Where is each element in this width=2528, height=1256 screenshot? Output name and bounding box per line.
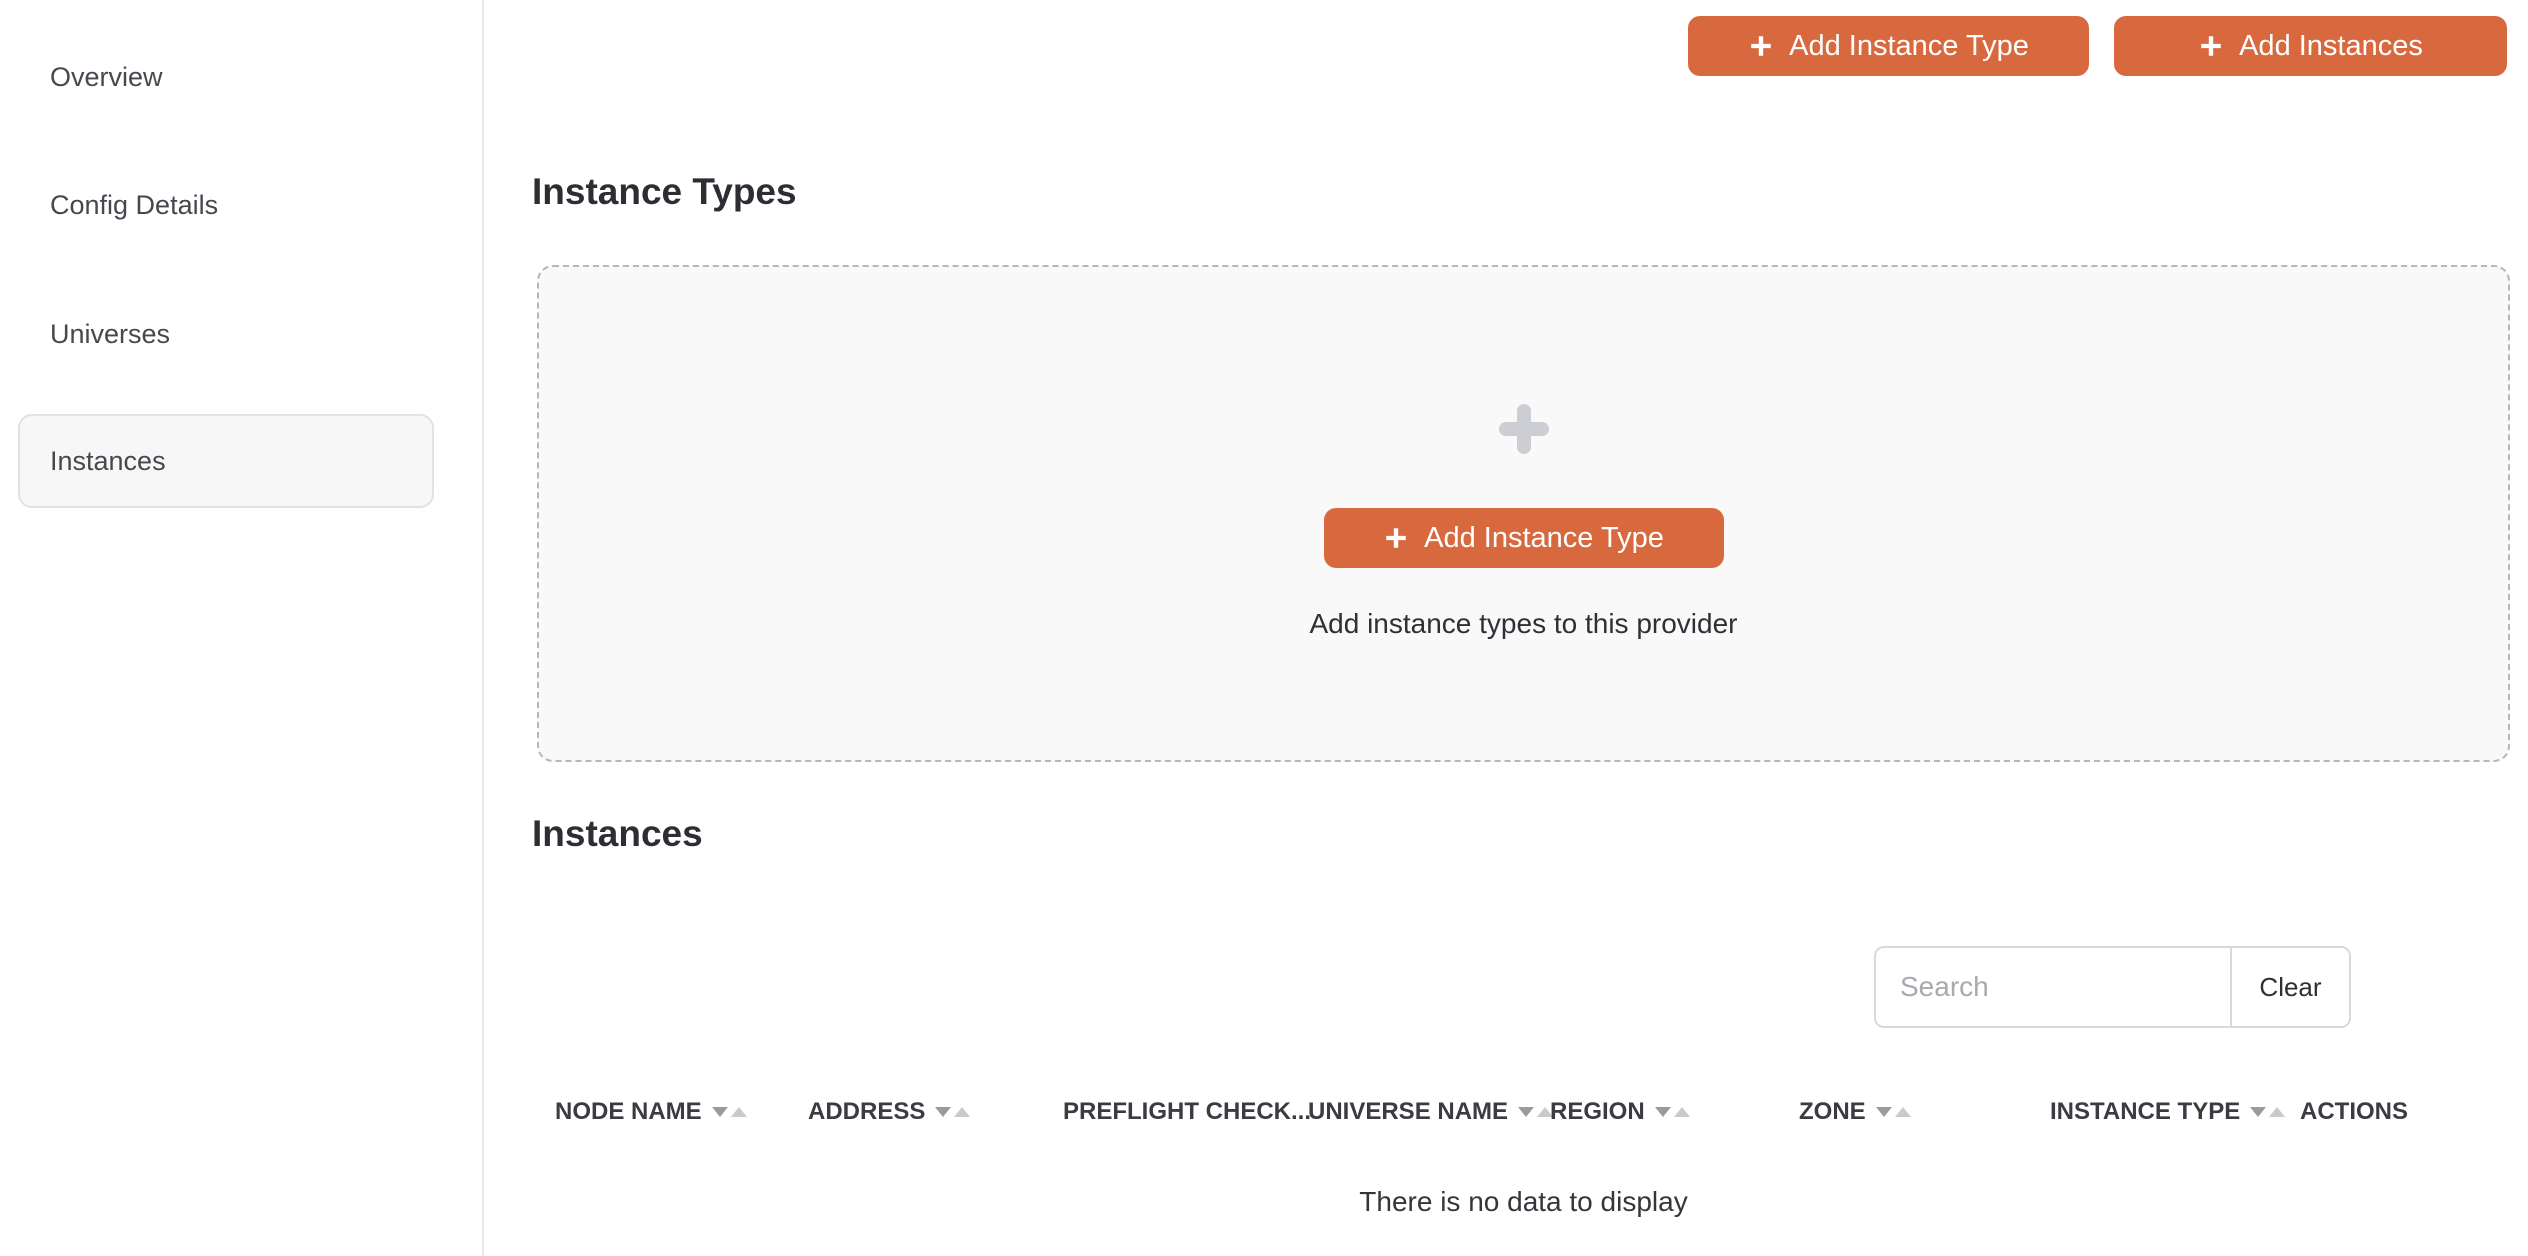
- add-instances-button[interactable]: Add Instances: [2114, 16, 2507, 76]
- column-header-zone[interactable]: ZONE: [1799, 1098, 2050, 1126]
- sort-desc-icon: [1875, 1107, 1892, 1117]
- sort-icons[interactable]: [711, 1107, 747, 1117]
- instances-title: Instances: [532, 813, 703, 854]
- add-instance-type-button[interactable]: Add Instance Type: [1688, 16, 2089, 76]
- column-label: PREFLIGHT CHECK...: [1063, 1098, 1312, 1125]
- sort-icons[interactable]: [1518, 1107, 1554, 1117]
- provider-details-page: Overview Config Details Universes Instan…: [0, 0, 2528, 1256]
- sort-desc-icon: [2250, 1107, 2267, 1117]
- column-label: ACTIONS: [2300, 1098, 2408, 1125]
- sidebar: Overview Config Details Universes Instan…: [0, 0, 484, 1256]
- plus-icon: [1386, 528, 1406, 548]
- sort-icons[interactable]: [2250, 1107, 2286, 1117]
- search-group: Clear: [1874, 946, 2351, 1028]
- sidebar-item-config-details[interactable]: Config Details: [18, 158, 434, 252]
- column-header-universe-name[interactable]: UNIVERSE NAME: [1308, 1098, 1554, 1126]
- sidebar-item-label: Universes: [50, 318, 171, 349]
- sidebar-item-instances[interactable]: Instances: [18, 414, 434, 508]
- column-header-actions: ACTIONS: [2300, 1098, 2460, 1126]
- sort-desc-icon: [935, 1107, 952, 1117]
- table-header: NODE NAME ADDRESS PREFLIGHT CHECK... UNI…: [555, 1091, 2528, 1133]
- sort-asc-icon: [2269, 1107, 2286, 1117]
- top-action-bar: Add Instance Type Add Instances: [1688, 16, 2507, 76]
- sort-desc-icon: [1518, 1107, 1535, 1117]
- sort-asc-icon: [1673, 1107, 1690, 1117]
- panel-add-instance-type-button[interactable]: Add Instance Type: [1323, 508, 1724, 568]
- plus-icon: [1498, 404, 1549, 454]
- sidebar-item-label: Overview: [50, 61, 163, 92]
- sort-icons[interactable]: [1654, 1107, 1690, 1117]
- column-label: NODE NAME: [555, 1098, 702, 1125]
- sort-icons[interactable]: [935, 1107, 971, 1117]
- table-empty-message: There is no data to display: [1359, 1186, 1688, 1217]
- column-header-instance-type[interactable]: INSTANCE TYPE: [2050, 1098, 2300, 1126]
- sort-icons[interactable]: [1875, 1107, 1911, 1117]
- button-label: Add Instance Type: [1424, 521, 1664, 554]
- sidebar-item-overview[interactable]: Overview: [18, 30, 434, 124]
- sidebar-item-label: Instances: [50, 445, 166, 476]
- button-label: Add Instances: [2239, 29, 2423, 62]
- column-label: UNIVERSE NAME: [1308, 1098, 1509, 1125]
- column-label: INSTANCE TYPE: [2050, 1098, 2241, 1125]
- search-input[interactable]: [1876, 948, 2230, 1026]
- column-label: ZONE: [1799, 1098, 1866, 1125]
- column-label: ADDRESS: [808, 1098, 926, 1125]
- sidebar-item-label: Config Details: [50, 189, 219, 220]
- empty-state-caption: Add instance types to this provider: [1309, 608, 1738, 639]
- button-label: Add Instance Type: [1789, 29, 2029, 62]
- plus-icon: [2201, 36, 2221, 56]
- column-header-preflight-check: PREFLIGHT CHECK...: [1063, 1098, 1312, 1126]
- clear-button[interactable]: Clear: [2230, 948, 2349, 1026]
- sort-asc-icon: [730, 1107, 747, 1117]
- sort-asc-icon: [954, 1107, 971, 1117]
- sort-desc-icon: [1654, 1107, 1671, 1117]
- plus-icon: [1751, 36, 1771, 56]
- column-header-region[interactable]: REGION: [1550, 1098, 1799, 1126]
- sort-desc-icon: [711, 1107, 728, 1117]
- sort-asc-icon: [1894, 1107, 1911, 1117]
- instance-types-empty-panel: Add Instance Type Add instance types to …: [537, 265, 2510, 762]
- instance-types-title: Instance Types: [532, 171, 797, 212]
- column-label: REGION: [1550, 1098, 1645, 1125]
- sidebar-item-universes[interactable]: Universes: [18, 287, 434, 381]
- column-header-address[interactable]: ADDRESS: [808, 1098, 1063, 1126]
- column-header-node-name[interactable]: NODE NAME: [555, 1098, 808, 1126]
